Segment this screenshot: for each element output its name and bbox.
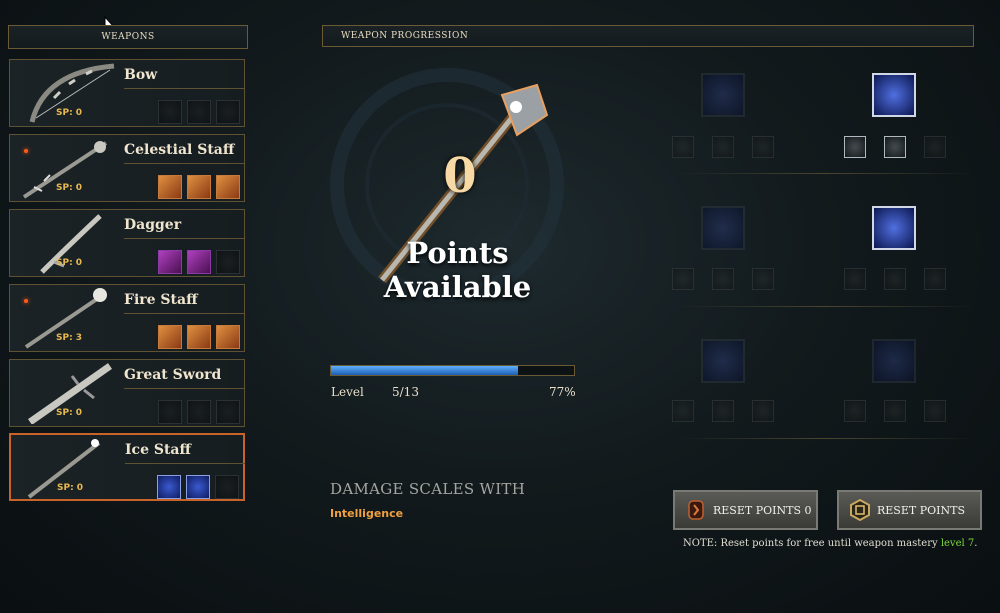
passive-skill-icon[interactable] bbox=[844, 400, 866, 422]
skill-slots bbox=[158, 325, 240, 349]
reset-free-label: RESET POINTS bbox=[877, 503, 965, 517]
level-value: 5/13 bbox=[392, 385, 419, 399]
pillar-skill-icon bbox=[216, 325, 240, 349]
empty-skill-slot bbox=[216, 400, 240, 424]
passive-skill-icon[interactable] bbox=[924, 268, 946, 290]
weapon-name: Celestial Staff bbox=[124, 142, 235, 158]
points-available-label: Points Available bbox=[383, 236, 532, 304]
ice-burst-skill-icon[interactable] bbox=[872, 73, 916, 117]
skill-points-label: SP: 0 bbox=[56, 108, 83, 118]
skill-slots bbox=[157, 475, 239, 499]
weapon-name: Bow bbox=[124, 67, 158, 83]
strike-skill-icon bbox=[187, 250, 211, 274]
note-text: NOTE: Reset points for free until weapon… bbox=[683, 538, 941, 549]
passive-skill-icon[interactable] bbox=[844, 268, 866, 290]
divider bbox=[676, 438, 976, 439]
passive-skill-icon[interactable] bbox=[672, 136, 694, 158]
slash-skill-icon bbox=[158, 250, 182, 274]
passive-skill-icon[interactable] bbox=[672, 268, 694, 290]
passive-skill-icon[interactable] bbox=[712, 268, 734, 290]
weapon-card-celestial-staff[interactable]: Celestial Staff SP: 0 bbox=[9, 134, 245, 202]
weapon-name: Ice Staff bbox=[125, 442, 191, 458]
damage-scales-title: DAMAGE SCALES WITH bbox=[330, 480, 526, 498]
skill-points-label: SP: 0 bbox=[57, 483, 84, 493]
passive-skill-icon[interactable] bbox=[884, 136, 906, 158]
shield-skill-icon[interactable] bbox=[701, 339, 745, 383]
divider bbox=[124, 88, 244, 89]
skill-slots bbox=[158, 175, 240, 199]
orb-skill-icon bbox=[187, 175, 211, 199]
flame-burst-skill-icon bbox=[187, 325, 211, 349]
progression-title-text: WEAPON PROGRESSION bbox=[341, 31, 469, 41]
skill-points-label: SP: 3 bbox=[56, 333, 83, 343]
weapons-title-text: WEAPONS bbox=[101, 32, 155, 42]
level-progress-fill bbox=[331, 366, 519, 375]
divider bbox=[124, 238, 244, 239]
weapon-progression-title: WEAPON PROGRESSION bbox=[322, 25, 974, 47]
skill-points-label: SP: 0 bbox=[56, 408, 83, 418]
passive-skill-icon[interactable] bbox=[924, 136, 946, 158]
reset-points-paid-button[interactable]: RESET POINTS 0 bbox=[673, 490, 818, 530]
empty-skill-slot bbox=[187, 400, 211, 424]
note-suffix: . bbox=[974, 538, 978, 549]
fireball-skill-icon bbox=[158, 325, 182, 349]
weapon-card-fire-staff[interactable]: Fire Staff SP: 3 bbox=[9, 284, 245, 352]
passive-skill-icon[interactable] bbox=[884, 400, 906, 422]
weapon-name: Fire Staff bbox=[124, 292, 198, 308]
target-skill-icon[interactable] bbox=[872, 206, 916, 250]
passive-skill-icon[interactable] bbox=[672, 400, 694, 422]
divider bbox=[125, 463, 245, 464]
skill-slots bbox=[158, 100, 240, 124]
points-available-value: 0 bbox=[443, 148, 477, 204]
empty-skill-slot bbox=[216, 250, 240, 274]
weapon-card-great-sword[interactable]: Great Sword SP: 0 bbox=[9, 359, 245, 427]
passive-skill-icon[interactable] bbox=[752, 400, 774, 422]
passive-skill-icon[interactable] bbox=[924, 400, 946, 422]
weapon-card-bow[interactable]: Bow SP: 0 bbox=[9, 59, 245, 127]
passive-skill-icon[interactable] bbox=[884, 268, 906, 290]
divider bbox=[676, 173, 976, 174]
skill-points-label: SP: 0 bbox=[56, 183, 83, 193]
divider bbox=[124, 163, 244, 164]
level-label: Level bbox=[331, 385, 364, 399]
reset-paid-label: RESET POINTS 0 bbox=[713, 503, 812, 517]
empty-skill-slot bbox=[215, 475, 239, 499]
level-percent: 77% bbox=[549, 385, 576, 399]
skill-slots bbox=[158, 250, 240, 274]
passive-skill-icon[interactable] bbox=[752, 268, 774, 290]
empty-skill-slot bbox=[216, 100, 240, 124]
note-level: level 7 bbox=[940, 538, 975, 549]
empty-skill-slot bbox=[158, 100, 182, 124]
shatter-skill-icon[interactable] bbox=[701, 73, 745, 117]
weapon-name: Great Sword bbox=[124, 367, 222, 383]
weapon-card-ice-staff[interactable]: Ice Staff SP: 0 bbox=[9, 433, 245, 501]
reset-note: NOTE: Reset points for free until weapon… bbox=[683, 538, 977, 549]
skill-points-label: SP: 0 bbox=[56, 258, 83, 268]
beam-skill-icon bbox=[216, 175, 240, 199]
skill-slots bbox=[158, 400, 240, 424]
empty-skill-slot bbox=[158, 400, 182, 424]
divider bbox=[124, 313, 244, 314]
snowflake-skill-icon[interactable] bbox=[872, 339, 916, 383]
damage-attribute: Intelligence bbox=[330, 507, 404, 520]
celestial-skill-icon bbox=[158, 175, 182, 199]
coin-icon bbox=[850, 499, 870, 521]
level-progress-bar bbox=[330, 365, 575, 376]
empty-skill-slot bbox=[187, 100, 211, 124]
passive-skill-icon[interactable] bbox=[712, 400, 734, 422]
target-skill-icon bbox=[186, 475, 210, 499]
divider bbox=[124, 388, 244, 389]
ice-burst-skill-icon bbox=[157, 475, 181, 499]
weapon-name: Dagger bbox=[124, 217, 182, 233]
reset-points-free-button[interactable]: RESET POINTS bbox=[837, 490, 982, 530]
passive-skill-icon[interactable] bbox=[712, 136, 734, 158]
weapon-card-dagger[interactable]: Dagger SP: 0 bbox=[9, 209, 245, 277]
passive-skill-icon[interactable] bbox=[752, 136, 774, 158]
weapons-panel-title: WEAPONS bbox=[8, 25, 248, 49]
passive-skill-icon[interactable] bbox=[844, 136, 866, 158]
ice-storm-skill-icon[interactable] bbox=[701, 206, 745, 250]
reset-token-icon bbox=[688, 500, 704, 520]
divider bbox=[676, 306, 976, 307]
